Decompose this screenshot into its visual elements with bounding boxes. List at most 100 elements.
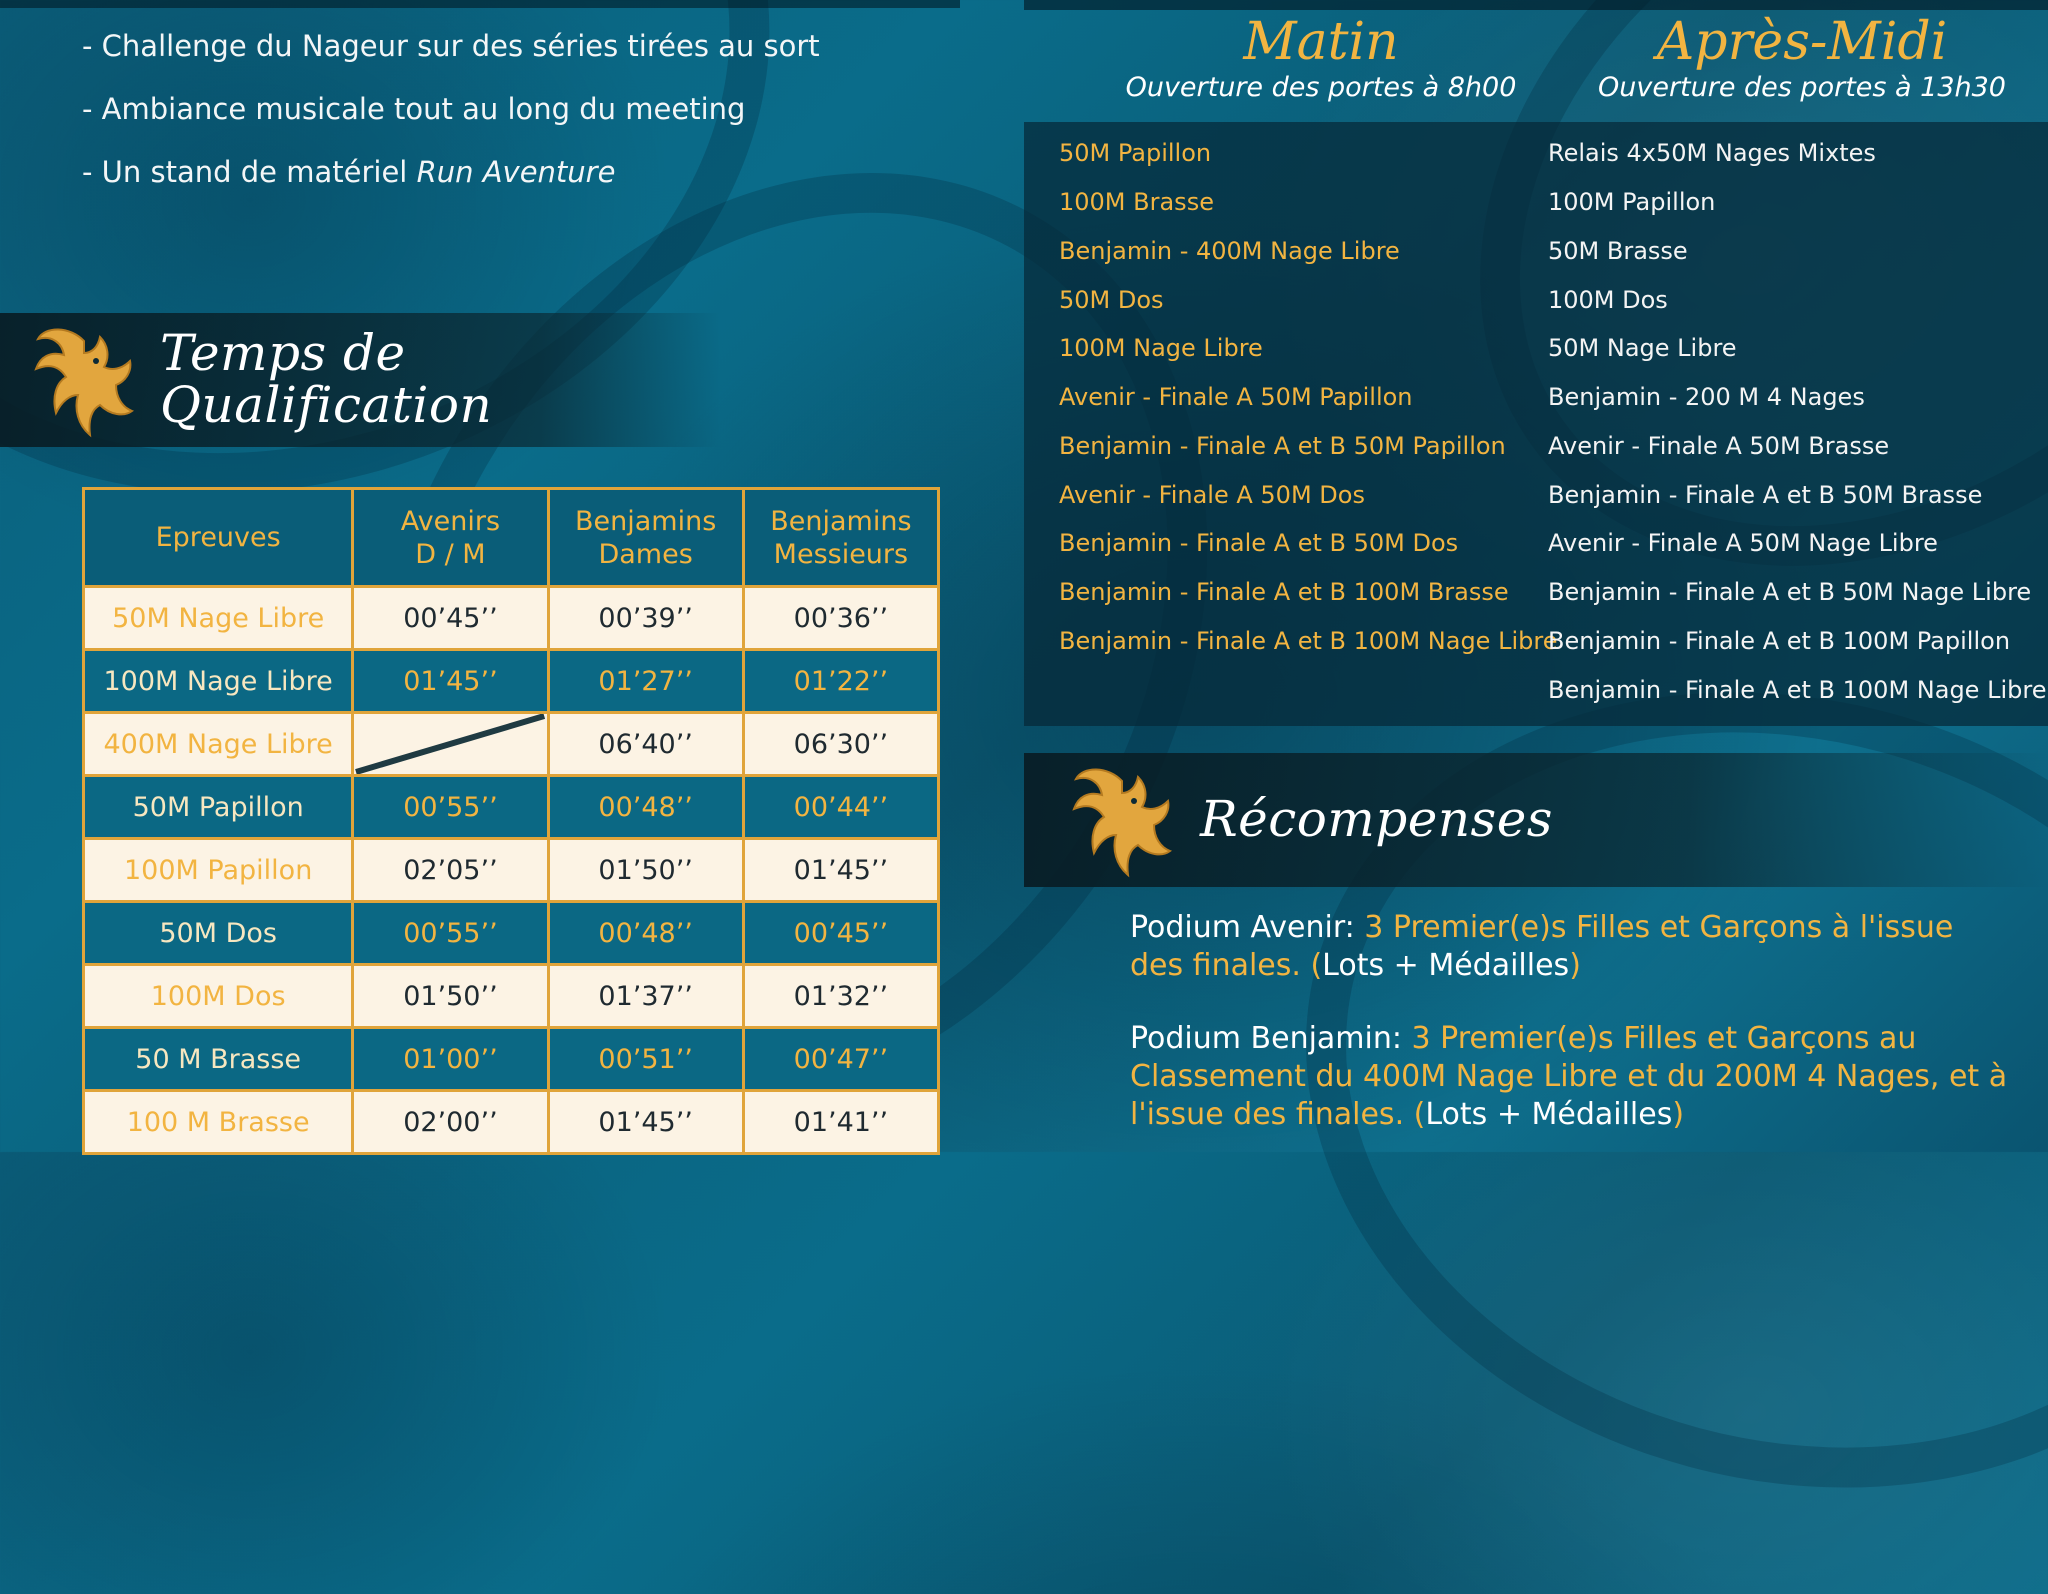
activities-list: - Challenge du Nageur sur des séries tir…	[82, 26, 820, 215]
morning-event: Benjamin - Finale A et B 100M Brasse	[1059, 578, 1509, 606]
time-cell: 00’44’’	[741, 774, 941, 840]
morning-event: Avenir - Finale A 50M Dos	[1059, 481, 1365, 509]
time-cell: 02’00’’	[351, 1089, 550, 1155]
afternoon-event: Avenir - Finale A 50M Brasse	[1548, 432, 1890, 460]
table-row: 50M Papillon 00’55’’ 00’48’’ 00’44’’	[81, 774, 941, 840]
top-band	[1024, 0, 2048, 10]
reward-avenir: Podium Avenir: 3 Premier(e)s Filles et G…	[1130, 909, 2010, 985]
time-cell: 00’55’’	[351, 774, 550, 840]
afternoon-event: Benjamin - 200 M 4 Nages	[1548, 383, 1865, 411]
table-row: 100 M Brasse 02’00’’ 01’45’’ 01’41’’	[81, 1089, 941, 1155]
column-header: Benjamins Messieurs	[741, 487, 941, 588]
morning-event: Benjamin - Finale A et B 50M Dos	[1059, 529, 1459, 557]
time-cell: 06’30’’	[741, 711, 941, 777]
schedule-header: Matin Ouverture des portes à 8h00 Après-…	[1024, 10, 2048, 122]
time-cell: 00’48’’	[546, 900, 745, 966]
activity-item: - Ambiance musicale tout au long du meet…	[82, 92, 746, 126]
slash-icon	[355, 714, 546, 774]
time-cell: 01’45’’	[351, 648, 550, 714]
griffin-emblem-icon	[34, 328, 135, 438]
reward-benjamin: Podium Benjamin: 3 Premier(e)s Filles et…	[1130, 1020, 2010, 1134]
time-cell: 01’22’’	[741, 648, 941, 714]
morning-event: Benjamin - Finale A et B 50M Papillon	[1059, 432, 1506, 460]
morning-event: Benjamin - 400M Nage Libre	[1059, 237, 1400, 265]
morning-event: 50M Papillon	[1059, 139, 1212, 167]
header-text: Benjamins Messieurs	[770, 505, 912, 570]
table-row: 50M Nage Libre 00’45’’ 00’39’’ 00’36’’	[81, 585, 941, 651]
reward-label: Podium Avenir:	[1130, 910, 1355, 945]
morning-event: 100M Nage Libre	[1059, 334, 1263, 362]
reward-lots: Lots + Médailles	[1322, 948, 1570, 983]
time-cell: 00’48’’	[546, 774, 745, 840]
reward-lots: Lots + Médailles	[1425, 1097, 1673, 1132]
activity-item: - Challenge du Nageur sur des séries tir…	[82, 29, 820, 63]
time-cell: 01’27’’	[546, 648, 745, 714]
event-cell: 50 M Brasse	[81, 1026, 355, 1092]
time-cell: 00’45’’	[351, 585, 550, 651]
time-cell: 01’00’’	[351, 1026, 550, 1092]
event-cell: 100M Dos	[81, 963, 355, 1029]
afternoon-event: Benjamin - Finale A et B 50M Brasse	[1548, 481, 1983, 509]
time-cell: 01’45’’	[546, 1089, 745, 1155]
morning-event: Benjamin - Finale A et B 100M Nage Libre	[1059, 627, 1558, 655]
morning-subtitle: Ouverture des portes à 8h00	[1125, 72, 1517, 103]
rewards-title: Récompenses	[1200, 790, 1553, 848]
griffin-emblem-icon	[1072, 768, 1173, 878]
not-applicable-cell	[351, 711, 550, 777]
afternoon-event: 50M Nage Libre	[1548, 334, 1737, 362]
brand-name: Run Aventure	[416, 155, 616, 189]
column-header: Avenirs D / M	[351, 487, 550, 588]
time-cell: 06’40’’	[546, 711, 745, 777]
time-cell: 00’36’’	[741, 585, 941, 651]
activity-text: - Un stand de matériel	[82, 155, 417, 189]
time-cell: 01’50’’	[351, 963, 550, 1029]
qualification-table: Epreuves Avenirs D / M Benjamins Dames B…	[81, 487, 941, 1155]
time-cell: 02’05’’	[351, 837, 550, 903]
time-cell: 01’32’’	[741, 963, 941, 1029]
time-cell: 01’41’’	[741, 1089, 941, 1155]
afternoon-title: Après-Midi	[1656, 12, 1948, 72]
qualification-header: Temps de Qualification	[0, 313, 720, 447]
event-cell: 100M Nage Libre	[81, 648, 355, 714]
time-cell: 01’50’’	[546, 837, 745, 903]
reward-close: )	[1672, 1097, 1685, 1132]
morning-event: 50M Dos	[1059, 286, 1164, 314]
event-cell: 100 M Brasse	[81, 1089, 355, 1155]
qualification-title: Temps de Qualification	[160, 327, 492, 431]
time-cell: 00’55’’	[351, 900, 550, 966]
afternoon-event: Benjamin - Finale A et B 100M Nage Libre	[1548, 676, 2047, 704]
afternoon-event: 100M Dos	[1548, 286, 1668, 314]
event-cell: 100M Papillon	[81, 837, 355, 903]
time-cell: 00’45’’	[741, 900, 941, 966]
reward-close: )	[1569, 948, 1581, 983]
time-cell: 01’45’’	[741, 837, 941, 903]
header-text: Benjamins Dames	[575, 505, 717, 570]
afternoon-event: 50M Brasse	[1548, 237, 1688, 265]
morning-title: Matin	[1243, 12, 1399, 72]
event-cell: 50M Nage Libre	[81, 585, 355, 651]
morning-event: Avenir - Finale A 50M Papillon	[1059, 383, 1413, 411]
header-text: Avenirs D / M	[400, 505, 501, 570]
reward-label: Podium Benjamin:	[1130, 1021, 1402, 1056]
activity-item: - Un stand de matériel Run Aventure	[82, 152, 820, 215]
column-header: Epreuves	[81, 487, 355, 588]
schedule-panel: 50M Papillon 100M Brasse Benjamin - 400M…	[1024, 122, 2048, 726]
title-line: Qualification	[160, 376, 493, 434]
table-row: 400M Nage Libre 06’40’’ 06’30’’	[81, 711, 941, 777]
afternoon-event: 100M Papillon	[1548, 188, 1716, 216]
table-row: 50 M Brasse 01’00’’ 00’51’’ 00’47’’	[81, 1026, 941, 1092]
column-header: Benjamins Dames	[546, 487, 745, 588]
event-cell: 50M Dos	[81, 900, 355, 966]
afternoon-event: Benjamin - Finale A et B 100M Papillon	[1548, 627, 2011, 655]
table-row: 100M Nage Libre 01’45’’ 01’27’’ 01’22’’	[81, 648, 941, 714]
afternoon-event: Relais 4x50M Nages Mixtes	[1548, 139, 1876, 167]
top-band	[0, 0, 960, 8]
rewards-header: Récompenses	[1024, 753, 2048, 887]
afternoon-subtitle: Ouverture des portes à 13h30	[1597, 72, 2006, 103]
morning-event: 100M Brasse	[1059, 188, 1214, 216]
table-row: 50M Dos 00’55’’ 00’48’’ 00’45’’	[81, 900, 941, 966]
time-cell: 00’47’’	[741, 1026, 941, 1092]
afternoon-event: Benjamin - Finale A et B 50M Nage Libre	[1548, 578, 2032, 606]
table-row: 100M Papillon 02’05’’ 01’50’’ 01’45’’	[81, 837, 941, 903]
table-header-row: Epreuves Avenirs D / M Benjamins Dames B…	[81, 487, 941, 588]
